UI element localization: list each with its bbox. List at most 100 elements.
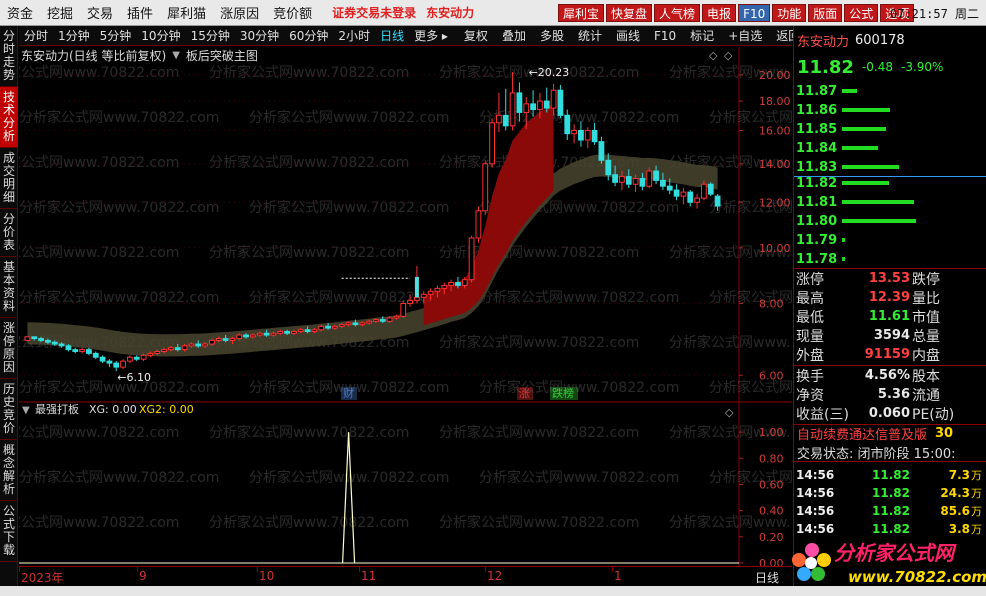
tool-4[interactable]: 画线 — [613, 27, 643, 44]
tool-2[interactable]: 多股 — [537, 27, 567, 44]
candle-body — [147, 352, 154, 356]
candle-body — [420, 293, 427, 298]
candle-body — [229, 338, 236, 341]
stat-value: 5.36 — [877, 387, 910, 402]
price-tick-label: 18.00 — [759, 95, 791, 108]
buy-level[interactable]: 11.78 — [796, 250, 845, 268]
promo-text[interactable]: 自动续费通达信普及版 — [797, 424, 927, 443]
top-button-1[interactable]: 快复盘 — [606, 4, 653, 22]
sell-level[interactable]: 11.87 — [796, 82, 857, 100]
left-tab-7[interactable]: 概念解析 — [0, 440, 18, 501]
candle-body — [489, 122, 495, 165]
price-tick-label: 8.00 — [759, 297, 784, 310]
tool-6[interactable]: 标记 — [687, 27, 717, 44]
sell-level[interactable]: 11.86 — [796, 101, 891, 119]
tool-1[interactable]: 叠加 — [499, 27, 529, 44]
menu-0[interactable]: 资金 — [0, 3, 40, 22]
tool-3[interactable]: 统计 — [575, 27, 605, 44]
buy-price: 11.79 — [796, 232, 838, 248]
menu-4[interactable]: 犀利猫 — [160, 3, 213, 22]
tick-price: 11.82 — [872, 486, 910, 500]
stock-header: 东安动力 600178 — [794, 30, 986, 50]
price-tick-label: 12.00 — [759, 196, 791, 209]
tool-0[interactable]: 复权 — [461, 27, 491, 44]
period-6[interactable]: 60分钟 — [284, 27, 333, 44]
tick-row[interactable]: 14:56 11.82 24.3 万 — [796, 484, 985, 502]
period-2[interactable]: 5分钟 — [95, 27, 137, 44]
time-tick — [19, 567, 20, 572]
candle-body — [441, 284, 448, 289]
promo-row[interactable]: 自动续费通达信普及版 30 — [794, 424, 986, 443]
top-button-4[interactable]: F10 — [738, 4, 771, 22]
candle-body — [304, 329, 311, 333]
price-tick-label: 14.00 — [759, 158, 791, 171]
tick-row[interactable]: 14:56 11.82 7.3 万 — [796, 466, 985, 484]
left-tab-4[interactable]: 基本资料 — [0, 257, 18, 318]
menu-1[interactable]: 挖掘 — [40, 3, 80, 22]
candle-body — [434, 287, 441, 292]
last-price: 11.82 — [797, 56, 854, 78]
left-tab-3[interactable]: 分价表 — [0, 209, 18, 257]
tool-5[interactable]: F10 — [651, 29, 679, 43]
top-button-0[interactable]: 犀利宝 — [558, 4, 605, 22]
tick-volume: 3.8 — [948, 522, 970, 536]
tool-7[interactable]: +自选 — [725, 27, 765, 44]
candle-body — [455, 282, 461, 286]
menu-6[interactable]: 竞价额 — [266, 3, 319, 22]
candle-body — [482, 163, 489, 212]
period-1[interactable]: 1分钟 — [53, 27, 95, 44]
left-tab-8[interactable]: 公式下载 — [0, 501, 18, 562]
period-5[interactable]: 30分钟 — [235, 27, 284, 44]
left-tab-2[interactable]: 成交明细 — [0, 148, 18, 209]
left-tab-5[interactable]: 涨停原因 — [0, 318, 18, 379]
indicator-name[interactable]: 板后突破主图 — [186, 47, 258, 64]
left-tab-0[interactable]: 分时走势 — [0, 26, 18, 87]
buy-level[interactable]: 11.82 — [796, 174, 889, 192]
stock-code: 600178 — [855, 32, 905, 48]
watermark-text: 分析家公式网www.70822.com — [249, 469, 449, 486]
time-label-0: 2023年 — [21, 571, 64, 585]
buy-level[interactable]: 11.81 — [796, 193, 915, 211]
period-9[interactable]: 更多 ▸ — [409, 27, 453, 44]
period-0[interactable]: 分时 — [19, 27, 53, 44]
candle-body — [475, 210, 482, 239]
menu-3[interactable]: 插件 — [120, 3, 160, 22]
tick-row[interactable]: 14:56 11.82 85.6 万 — [796, 502, 985, 520]
menu-2[interactable]: 交易 — [80, 3, 120, 22]
time-tick — [359, 567, 360, 572]
stat-row: 现量 3594 总量 — [796, 326, 985, 345]
candle-body — [332, 325, 338, 329]
top-button-6[interactable]: 版面 — [808, 4, 843, 22]
candle-body — [195, 343, 202, 347]
left-tab-6[interactable]: 历史竞价 — [0, 379, 18, 440]
buy-level[interactable]: 11.79 — [796, 231, 845, 249]
period-8[interactable]: 日线 — [375, 27, 409, 44]
top-button-2[interactable]: 人气榜 — [654, 4, 701, 22]
stat-label: 涨停 — [796, 271, 824, 288]
menu-bar: 资金 挖掘 交易 插件 犀利猫 涨原因 竞价额 证券交易未登录 东安动力 犀利宝 快复盘 人气榜电… — [0, 0, 986, 26]
watermark-text: 分析家公式网www.70822.com — [209, 244, 409, 261]
stat-label-2: 量比 — [912, 290, 940, 307]
top-button-5[interactable]: 功能 — [772, 4, 807, 22]
left-tab-1[interactable]: 技术分析 — [0, 87, 18, 148]
buy-level[interactable]: 11.80 — [796, 212, 916, 230]
top-button-7[interactable]: 公式 — [844, 4, 879, 22]
top-button-3[interactable]: 电报 — [702, 4, 737, 22]
stat-value: 91159 — [864, 347, 910, 362]
candle-body — [414, 296, 420, 301]
menu-5[interactable]: 涨原因 — [213, 3, 266, 22]
period-4[interactable]: 15分钟 — [186, 27, 235, 44]
stat-label: 现量 — [796, 328, 824, 345]
sell-volume-bar — [842, 146, 879, 150]
time-tick — [137, 567, 138, 572]
kline-chart[interactable]: ◇◇◇分析家公式网www.70822.com分析家公式网www.70822.co… — [19, 47, 792, 566]
period-3[interactable]: 10分钟 — [136, 27, 185, 44]
candle-body — [127, 356, 133, 362]
period-7[interactable]: 2小时 — [333, 27, 375, 44]
time-axis-tail[interactable]: 日线 — [755, 569, 779, 586]
tick-unit: 万 — [971, 505, 982, 518]
sell-level[interactable]: 11.84 — [796, 139, 879, 157]
indicator-dropdown-icon[interactable]: ▼ — [172, 50, 180, 61]
sell-level[interactable]: 11.85 — [796, 120, 887, 138]
candle-body — [58, 343, 65, 347]
